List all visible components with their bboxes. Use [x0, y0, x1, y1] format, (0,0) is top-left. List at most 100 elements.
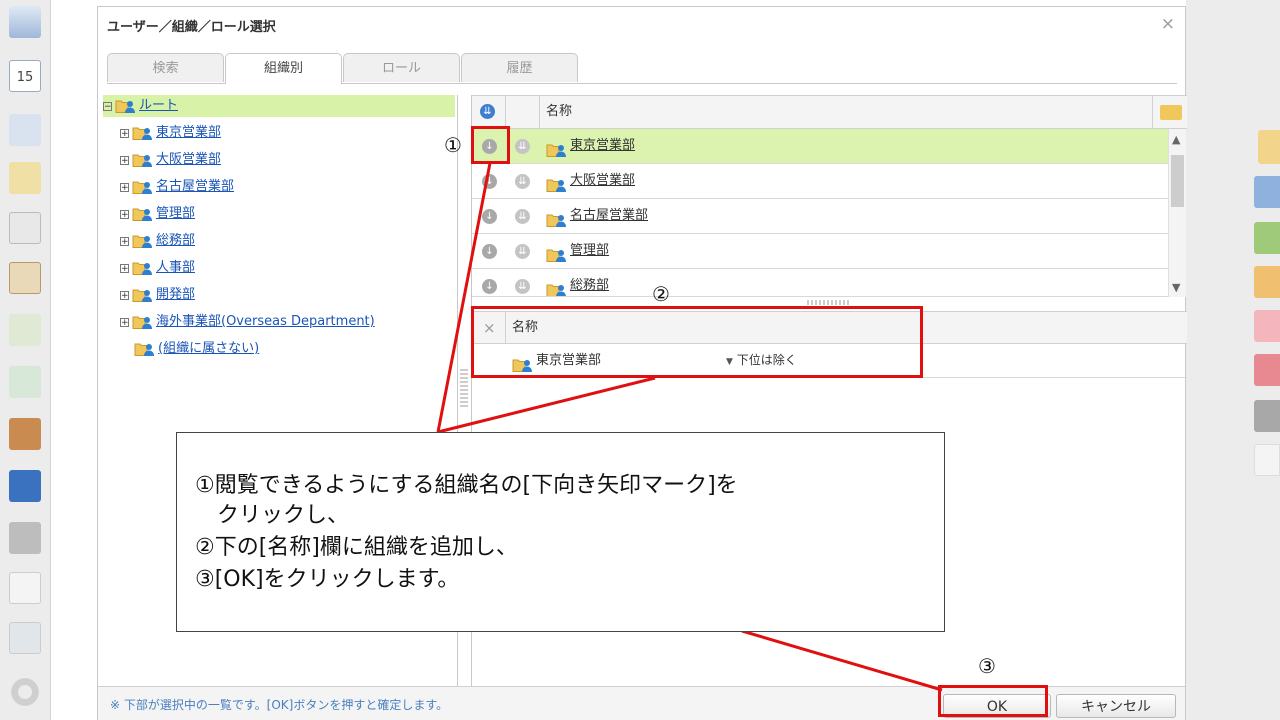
tab-role[interactable]: ロール	[343, 53, 460, 82]
folder-icon[interactable]	[9, 522, 41, 554]
expand-toggle[interactable]: +	[120, 236, 129, 246]
org-folder-icon	[546, 173, 569, 192]
side-tab-pink[interactable]	[1254, 310, 1280, 342]
chart-icon[interactable]	[9, 114, 41, 146]
double-arrow-down-circle-icon[interactable]: ⇊	[515, 174, 530, 189]
side-tab-blue[interactable]	[1254, 176, 1280, 208]
split-resize-handle[interactable]	[807, 300, 849, 305]
tree-node-root[interactable]: − ルート	[103, 95, 455, 117]
expand-toggle[interactable]: +	[120, 128, 129, 138]
footer-note: ※ 下部が選択中の一覧です。[OK]ボタンを押すと確定します。	[110, 698, 449, 712]
org-folder-icon	[134, 341, 157, 357]
tree-node-org[interactable]: + 東京営業部	[120, 122, 221, 144]
app-sidebar: 15	[0, 0, 51, 720]
calendar-icon[interactable]: 15	[9, 60, 41, 92]
expand-toggle[interactable]: +	[120, 290, 129, 300]
scroll-up-icon[interactable]: ▲	[1172, 133, 1180, 146]
org-folder-icon	[132, 314, 155, 330]
highlight-add-arrow	[471, 126, 510, 164]
org-folder-icon	[132, 287, 155, 303]
tree-node-org[interactable]: + 管理部	[120, 203, 195, 225]
tab-by-organization[interactable]: 組織別	[225, 53, 342, 84]
add-all-icon[interactable]: ⇊	[480, 104, 495, 119]
double-arrow-down-circle-icon[interactable]: ⇊	[515, 209, 530, 224]
expand-toggle[interactable]: +	[120, 182, 129, 192]
org-grid-row[interactable]: ↓ ⇊ 大阪営業部	[472, 164, 1168, 199]
org-folder-icon	[546, 278, 569, 296]
refresh-icon[interactable]	[9, 366, 41, 398]
banner-link-icon[interactable]	[9, 622, 41, 654]
column-divider	[1152, 96, 1153, 128]
expand-toggle[interactable]: +	[120, 155, 129, 165]
pencil-icon[interactable]	[1254, 444, 1280, 476]
scrollbar-thumb[interactable]	[1171, 155, 1184, 207]
double-arrow-down-circle-icon[interactable]: ⇊	[515, 244, 530, 259]
callout-line: ③[OK]をクリックします。	[195, 567, 460, 592]
cancel-button[interactable]: キャンセル	[1056, 694, 1176, 718]
org-folder-icon	[546, 138, 569, 157]
column-divider	[539, 96, 540, 128]
callout-line: ①閲覧できるようにする組織名の[下向き矢印マーク]を	[195, 473, 738, 498]
arrow-down-circle-icon[interactable]: ↓	[482, 209, 497, 224]
highlight-selected-list	[471, 306, 923, 378]
org-grid-row[interactable]: ↓ ⇊ 管理部	[472, 234, 1168, 269]
side-tab-red[interactable]	[1254, 354, 1280, 386]
tree-node-org[interactable]: + 人事部	[120, 257, 195, 279]
clipboard-icon[interactable]	[9, 262, 41, 294]
arrow-down-circle-icon[interactable]: ↓	[482, 174, 497, 189]
document-icon[interactable]	[9, 212, 41, 244]
org-grid-row[interactable]: ↓ ⇊ 東京営業部	[472, 129, 1168, 164]
org-grid-row[interactable]: ↓ ⇊ 名古屋営業部	[472, 199, 1168, 234]
expand-toggle[interactable]: +	[120, 317, 129, 327]
settings-icon[interactable]	[9, 676, 41, 708]
collapse-toggle[interactable]: −	[103, 101, 112, 111]
folder-up-icon[interactable]	[1160, 105, 1182, 120]
tree-node-org[interactable]: + 開発部	[120, 284, 195, 306]
column-header-name[interactable]: 名称	[546, 96, 572, 128]
org-folder-icon	[132, 206, 155, 222]
tree-node-org[interactable]: + 大阪営業部	[120, 149, 221, 171]
search-doc-icon[interactable]	[9, 314, 41, 346]
side-tab-green[interactable]	[1254, 222, 1280, 254]
org-grid-header: ⇊ 名称	[472, 95, 1187, 129]
tree-node-org[interactable]: + 海外事業部(Overseas Department)	[120, 311, 375, 333]
binder-icon[interactable]	[9, 418, 41, 450]
org-grid-scrollbar[interactable]: ▲ ▼	[1168, 129, 1186, 297]
arrow-down-circle-icon[interactable]: ↓	[482, 244, 497, 259]
org-folder-icon	[132, 152, 155, 168]
org-folder-icon	[132, 179, 155, 195]
org-grid-row[interactable]: ↓ ⇊ 総務部	[472, 269, 1168, 297]
org-folder-icon	[546, 243, 569, 262]
neo-icon[interactable]	[9, 470, 41, 502]
tree-node-org[interactable]: + 総務部	[120, 230, 195, 252]
app-link-icon[interactable]	[9, 572, 41, 604]
side-tab-gray[interactable]	[1254, 400, 1280, 432]
tree-node-unassigned[interactable]: (組織に属さない)	[134, 338, 259, 360]
scroll-down-icon[interactable]: ▼	[1172, 281, 1180, 294]
expand-toggle[interactable]: +	[120, 209, 129, 219]
step-marker-2: ②	[652, 282, 670, 306]
arrow-down-circle-icon[interactable]: ↓	[482, 279, 497, 294]
org-folder-icon	[132, 125, 155, 141]
side-tab-orange[interactable]	[1254, 266, 1280, 298]
org-folder-icon	[132, 260, 155, 276]
tab-search[interactable]: 検索	[107, 53, 224, 82]
step-marker-3: ③	[978, 654, 996, 678]
callout-line: ②下の[名称]欄に組織を追加し、	[195, 535, 518, 560]
right-panel	[1186, 0, 1280, 720]
org-folder-icon	[546, 208, 569, 227]
pane-resize-handle[interactable]	[460, 369, 468, 409]
column-divider	[505, 96, 506, 128]
tree-node-org[interactable]: + 名古屋営業部	[120, 176, 234, 198]
portal-icon[interactable]	[9, 6, 41, 38]
memo-icon[interactable]	[9, 162, 41, 194]
expand-toggle[interactable]: +	[120, 263, 129, 273]
callout-line: クリックし、	[195, 503, 350, 528]
tab-history[interactable]: 履歴	[461, 53, 578, 82]
instruction-callout: ①閲覧できるようにする組織名の[下向き矢印マーク]を クリックし、 ②下の[名称…	[176, 432, 945, 632]
double-arrow-down-circle-icon[interactable]: ⇊	[515, 139, 530, 154]
org-folder-icon	[115, 98, 138, 114]
notification-icon[interactable]	[1258, 130, 1280, 164]
close-icon[interactable]: ×	[1161, 16, 1175, 33]
double-arrow-down-circle-icon[interactable]: ⇊	[515, 279, 530, 294]
